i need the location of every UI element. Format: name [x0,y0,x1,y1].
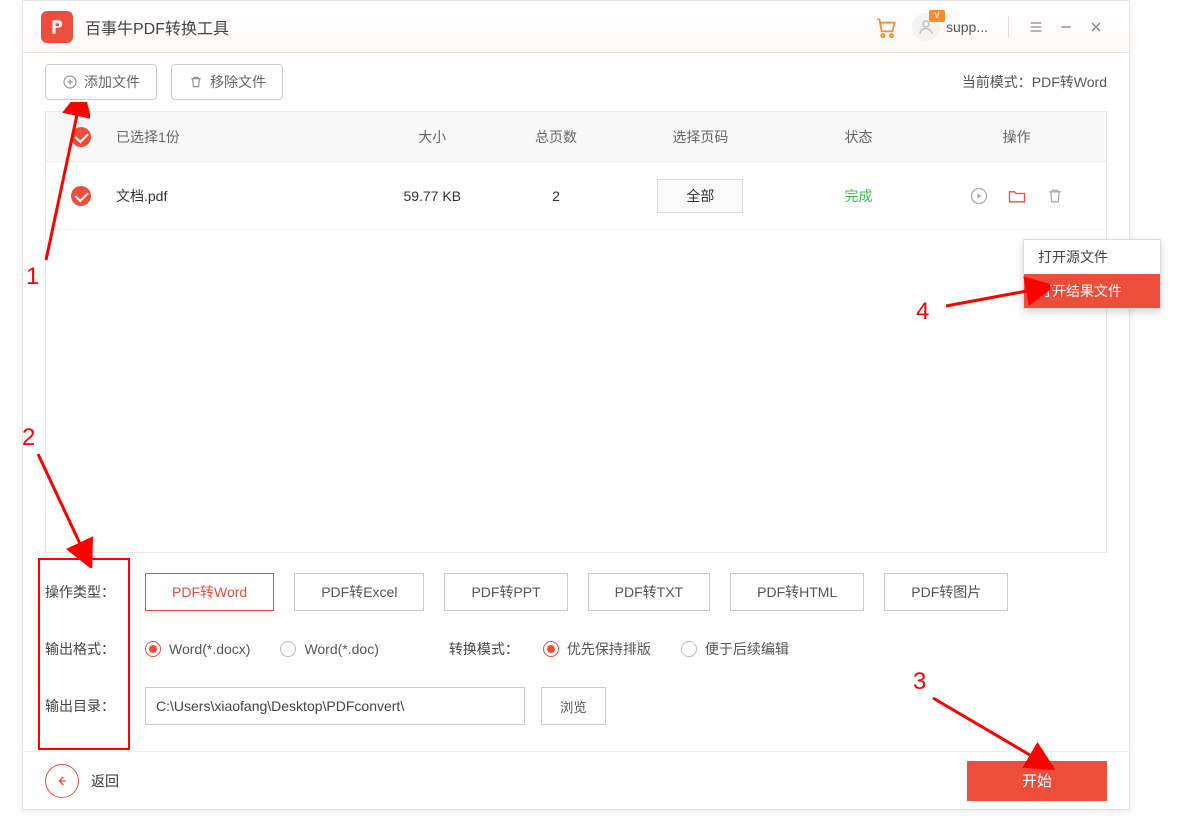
output-format-label: 输出格式： [45,639,145,659]
plus-circle-icon [62,74,78,90]
user-account[interactable]: V supp... [904,11,996,43]
radio-dot-icon [145,641,161,657]
row-checkbox[interactable] [46,186,116,206]
arrow-left-icon [45,764,79,798]
radio-doc[interactable]: Word(*.doc) [280,641,378,657]
minimize-icon[interactable] [1051,11,1081,43]
trash-icon [188,74,204,90]
browse-button[interactable]: 浏览 [541,687,606,725]
col-pages: 总页数 [501,127,611,147]
col-page-range: 选择页码 [611,127,790,147]
menu-icon[interactable] [1021,11,1051,43]
col-actions: 操作 [927,127,1106,147]
type-pdf-to-image[interactable]: PDF转图片 [884,573,1008,611]
col-status: 状态 [790,127,928,147]
col-size: 大小 [364,127,502,147]
page-range-button[interactable]: 全部 [657,179,743,213]
file-table: 已选择1份 大小 总页数 选择页码 状态 操作 文档.pdf 59.77 KB … [45,111,1107,553]
row-size: 59.77 KB [364,188,502,204]
delete-icon[interactable] [1045,186,1065,206]
row-output-dir: 输出目录： 浏览 [45,687,1107,725]
back-button[interactable]: 返回 [45,764,119,798]
context-menu: 打开源文件 打开结果文件 [1023,239,1161,309]
user-name: supp... [946,19,988,35]
divider [1008,16,1009,38]
type-pdf-to-ppt[interactable]: PDF转PPT [444,573,567,611]
menu-open-source[interactable]: 打开源文件 [1024,240,1160,274]
col-selected: 已选择1份 [116,127,364,147]
type-pdf-to-txt[interactable]: PDF转TXT [588,573,710,611]
header-checkbox[interactable] [46,127,116,147]
radio-editable[interactable]: 便于后续编辑 [681,639,789,659]
close-icon[interactable] [1081,11,1111,43]
row-pages: 2 [501,188,611,204]
remove-file-label: 移除文件 [210,72,266,92]
play-icon[interactable] [969,186,989,206]
vip-badge: V [929,10,945,22]
titlebar: 百事牛PDF转换工具 V supp... [23,1,1129,53]
start-button[interactable]: 开始 [967,761,1107,801]
row-operation-type: 操作类型： PDF转Word PDF转Excel PDF转PPT PDF转TXT… [45,573,1107,611]
row-filename: 文档.pdf [116,186,364,206]
operation-type-label: 操作类型： [45,582,145,602]
row-output-format: 输出格式： Word(*.docx) Word(*.doc) 转换模式： 优先保… [45,639,1107,659]
folder-icon[interactable] [1007,186,1027,206]
radio-docx[interactable]: Word(*.docx) [145,641,250,657]
convert-mode-label: 转换模式： [449,639,519,659]
app-window: 百事牛PDF转换工具 V supp... 添加文件 [22,0,1130,810]
app-title: 百事牛PDF转换工具 [85,15,229,39]
bottombar: 返回 开始 [23,751,1129,809]
back-label: 返回 [91,771,119,791]
table-row: 文档.pdf 59.77 KB 2 全部 完成 [46,162,1106,230]
radio-keep-layout[interactable]: 优先保持排版 [543,639,651,659]
type-pdf-to-word[interactable]: PDF转Word [145,573,274,611]
radio-dot-icon [280,641,296,657]
cart-icon[interactable] [868,11,904,43]
toolbar: 添加文件 移除文件 当前模式：PDF转Word [23,53,1129,111]
avatar-icon: V [912,13,940,41]
row-status: 完成 [790,186,928,206]
type-pdf-to-excel[interactable]: PDF转Excel [294,573,424,611]
output-dir-label: 输出目录： [45,696,145,716]
app-logo-icon [41,11,73,43]
settings-panel: 操作类型： PDF转Word PDF转Excel PDF转PPT PDF转TXT… [23,553,1129,751]
radio-dot-icon [543,641,559,657]
output-dir-input[interactable] [145,687,525,725]
add-file-button[interactable]: 添加文件 [45,64,157,100]
table-header: 已选择1份 大小 总页数 选择页码 状态 操作 [46,112,1106,162]
menu-open-result[interactable]: 打开结果文件 [1024,274,1160,308]
row-actions [927,186,1106,206]
radio-dot-icon [681,641,697,657]
current-mode: 当前模式：PDF转Word [962,72,1107,92]
type-pdf-to-html[interactable]: PDF转HTML [730,573,864,611]
remove-file-button[interactable]: 移除文件 [171,64,283,100]
add-file-label: 添加文件 [84,72,140,92]
